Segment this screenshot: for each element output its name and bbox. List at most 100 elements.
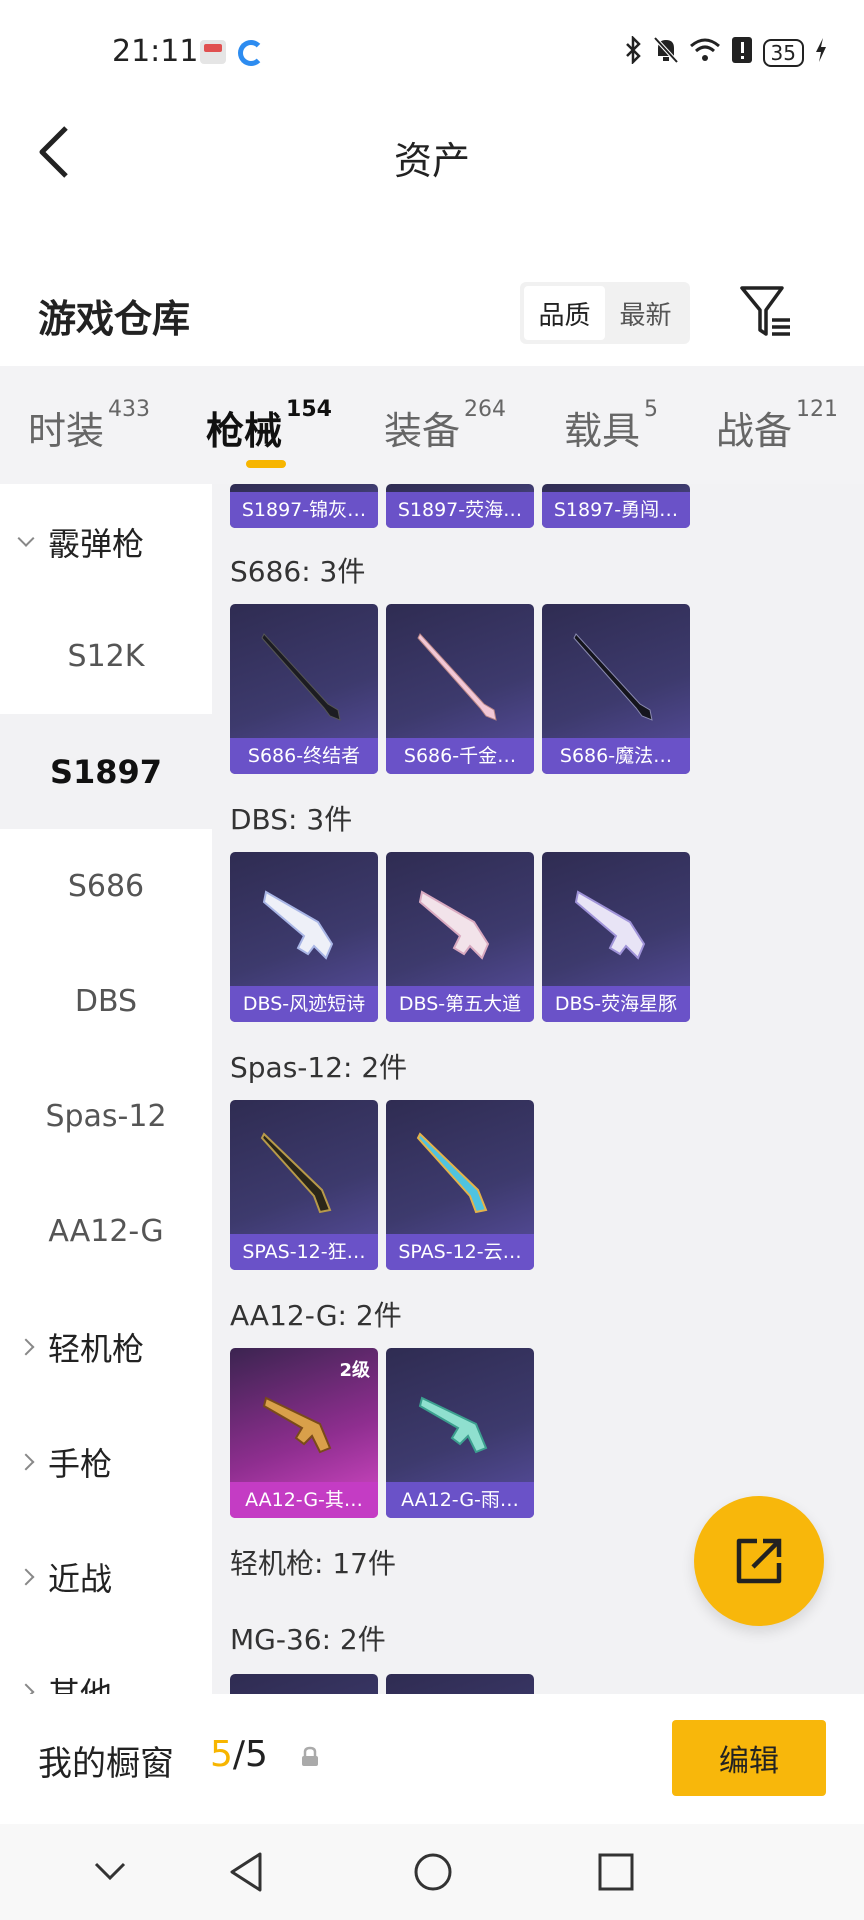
sort-quality-option[interactable]: 品质 [524,286,605,340]
filter-button[interactable] [738,282,794,342]
weapon-card[interactable]: DBS-风迹短诗 [230,852,378,1022]
share-fab-button[interactable] [694,1496,824,1626]
sidebar-item-aa12g[interactable]: AA12-G [0,1174,212,1289]
weapon-card[interactable]: S686-终结者 [230,604,378,774]
mg36-row [230,1674,534,1694]
weapon-name: S686-千金… [403,745,517,767]
tab-vehicles[interactable]: 载具 5 [564,397,659,455]
sidebar-item-s686[interactable]: S686 [0,829,212,944]
sidebar-item-pistol[interactable]: 手枪 [0,1404,212,1519]
sidebar-item-spas12[interactable]: Spas-12 [0,1059,212,1174]
weapon-name: S1897-荧海… [397,499,523,521]
nav-back-icon[interactable] [226,1850,266,1894]
tab-label: 战备 [716,409,793,453]
sidebar-item-label: 霰弹枪 [48,524,145,563]
dbs-row: DBS-风迹短诗 DBS-第五大道 DBS-荧海星豚 [230,852,690,1022]
tab-count: 121 [796,397,839,423]
sidebar-item-lmg[interactable]: 轻机枪 [0,1289,212,1404]
weapon-name: AA12-G-雨… [401,1489,519,1511]
sort-toggle: 品质 最新 [520,282,690,344]
sidebar-item-label: AA12-G [48,1214,164,1249]
weapon-card[interactable]: DBS-荧海星豚 [542,852,690,1022]
battery-icon: 35 [762,39,804,67]
tab-firearms[interactable]: 枪械 154 [206,397,332,455]
tab-count: 264 [464,397,507,423]
shotgun-icon [418,1396,488,1454]
sidebar-item-label: S686 [67,869,145,904]
weapon-name: S686-魔法… [559,745,673,767]
sidebar-item-s12k[interactable]: S12K [0,599,212,714]
section-header-spas12: Spas-12: 2件 [230,1051,408,1084]
sidebar-item-label: DBS [74,984,138,1019]
edit-button[interactable]: 编辑 [672,1720,826,1796]
aa12g-row: 2级 AA12-G-其… AA12-G-雨… [230,1348,534,1518]
status-time: 21:11 [112,34,199,69]
weapon-card[interactable]: 2级 AA12-G-其… [230,1348,378,1518]
status-bar: 21:11 35 [0,0,864,100]
shotgun-icon [418,890,490,960]
weapon-name: DBS-荧海星豚 [554,993,678,1015]
weapon-name: DBS-风迹短诗 [242,993,366,1015]
weapon-card[interactable]: DBS-第五大道 [386,852,534,1022]
lock-icon [302,1746,318,1766]
weapon-card[interactable]: S1897-荧海… [386,484,534,528]
tab-supplies[interactable]: 战备 121 [716,397,839,455]
shotgun-icon [261,633,341,721]
weapon-card[interactable] [230,1674,378,1694]
section-header-lmg: 轻机枪: 17件 [230,1547,396,1580]
tab-equipment[interactable]: 装备 264 [384,397,507,455]
share-icon [736,1538,782,1584]
chevron-down-icon [17,529,35,547]
sidebar-item-label: 近战 [48,1559,113,1598]
weapon-card[interactable]: S1897-锦灰… [230,484,378,528]
shotgun-icon [416,1132,488,1214]
sidebar-item-dbs[interactable]: DBS [0,944,212,1059]
weapon-card[interactable]: S686-千金… [386,604,534,774]
sidebar-item-melee[interactable]: 近战 [0,1519,212,1634]
weapon-name: SPAS-12-云… [398,1241,522,1263]
showcase-count: 5/5 [210,1734,268,1775]
sidebar-item-label: 其他 [48,1674,113,1695]
weapon-card[interactable]: S1897-勇闯… [542,484,690,528]
tab-label: 枪械 [206,409,283,453]
collapse-chevron-icon[interactable] [92,1850,128,1890]
warehouse-title: 游戏仓库 [38,297,191,341]
tab-label: 时装 [28,409,105,453]
app-header: 资产 [0,100,864,210]
filter-icon [740,286,790,336]
sim-alert-icon [731,36,753,70]
shotgun-icon [417,633,497,721]
sidebar-item-s1897[interactable]: S1897 [0,714,212,829]
weapon-name: S686-终结者 [247,745,361,767]
sidebar-item-shotgun[interactable]: 霰弹枪 [0,484,212,599]
tab-fashion[interactable]: 时装 433 [28,397,150,455]
nav-home-icon[interactable] [412,1850,454,1894]
bluetooth-icon [625,34,643,70]
weapon-card[interactable] [386,1674,534,1694]
section-header-s686: S686: 3件 [230,555,366,588]
section-header-dbs: DBS: 3件 [230,803,353,836]
sidebar-item-other[interactable]: 其他 [0,1634,212,1694]
warehouse-toolbar: 游戏仓库 品质 最新 [0,260,864,360]
weapon-card[interactable]: SPAS-12-云… [386,1100,534,1270]
page-title: 资产 [393,139,470,183]
weapon-card[interactable]: S686-魔法… [542,604,690,774]
chevron-right-icon [17,1338,35,1355]
weapon-card[interactable]: SPAS-12-狂… [230,1100,378,1270]
nav-recents-icon[interactable] [596,1850,636,1894]
tab-count: 5 [644,397,659,423]
mute-icon [653,36,679,70]
active-tab-indicator [246,460,286,468]
tab-label: 载具 [564,409,641,453]
showcase-total-count: /5 [232,1734,268,1775]
weapon-card[interactable]: AA12-G-雨… [386,1348,534,1518]
weapon-name: AA12-G-其… [245,1489,363,1511]
weapon-name: DBS-第五大道 [398,993,522,1015]
showcase-label: 我的橱窗 [38,1744,174,1784]
weapon-name: S1897-勇闯… [553,499,679,521]
shotgun-icon [574,890,646,960]
charging-icon [814,37,828,69]
sort-newest-option[interactable]: 最新 [605,286,686,340]
chevron-right-icon [17,1568,35,1585]
notification-sync-icon [238,40,264,66]
